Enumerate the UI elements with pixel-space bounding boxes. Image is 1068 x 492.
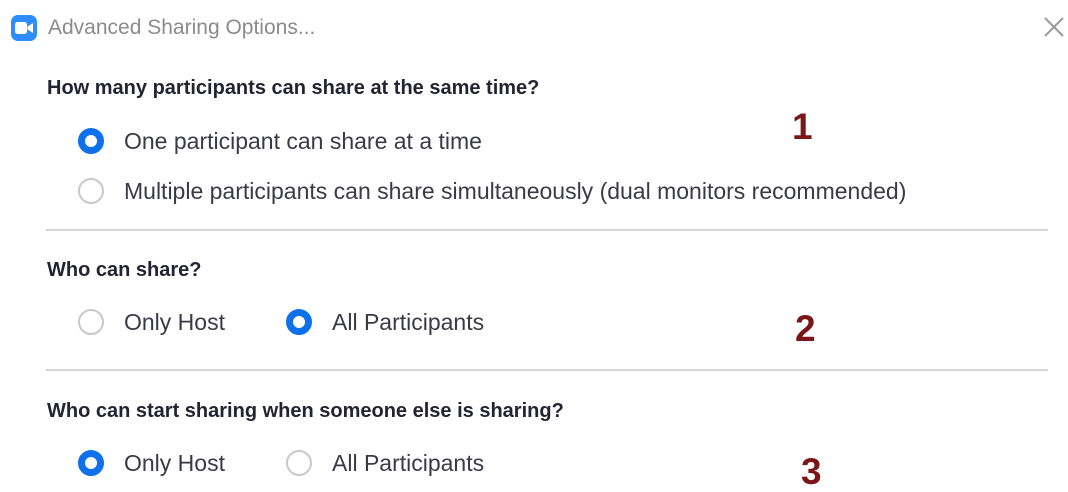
divider [46, 229, 1048, 231]
option-label: Only Host [124, 450, 225, 476]
window-title: Advanced Sharing Options... [48, 16, 316, 39]
option-all-participants-radio[interactable]: All Participants [286, 446, 484, 480]
section-3-question: Who can start sharing when someone else … [47, 400, 564, 422]
option-only-host-radio[interactable]: Only Host [78, 446, 225, 480]
section-1-question: How many participants can share at the s… [47, 77, 540, 99]
annotation-number: 1 [792, 106, 813, 147]
radio-checked-icon[interactable] [78, 128, 104, 154]
option-only-host-radio[interactable]: Only Host [78, 305, 225, 339]
option-label: All Participants [332, 450, 485, 476]
zoom-camera-icon [11, 15, 37, 41]
option-label: Multiple participants can share simultan… [124, 178, 907, 204]
radio-unchecked-icon[interactable] [78, 309, 104, 335]
radio-checked-icon[interactable] [78, 450, 104, 476]
option-label: All Participants [332, 309, 485, 335]
option-multiple-participants-radio[interactable]: Multiple participants can share simultan… [78, 174, 906, 208]
title-bar: Advanced Sharing Options... [0, 0, 1068, 56]
option-label: One participant can share at a time [124, 128, 482, 154]
close-icon[interactable] [1041, 14, 1067, 40]
annotation-number: 2 [795, 308, 816, 349]
divider [46, 369, 1048, 371]
option-one-participant-radio[interactable]: One participant can share at a time [78, 124, 482, 158]
option-label: Only Host [124, 309, 225, 335]
radio-unchecked-icon[interactable] [286, 450, 312, 476]
section-2-question: Who can share? [47, 259, 202, 281]
option-all-participants-radio[interactable]: All Participants [286, 305, 484, 339]
radio-unchecked-icon[interactable] [78, 178, 104, 204]
annotation-number: 3 [801, 451, 822, 492]
radio-checked-icon[interactable] [286, 309, 312, 335]
